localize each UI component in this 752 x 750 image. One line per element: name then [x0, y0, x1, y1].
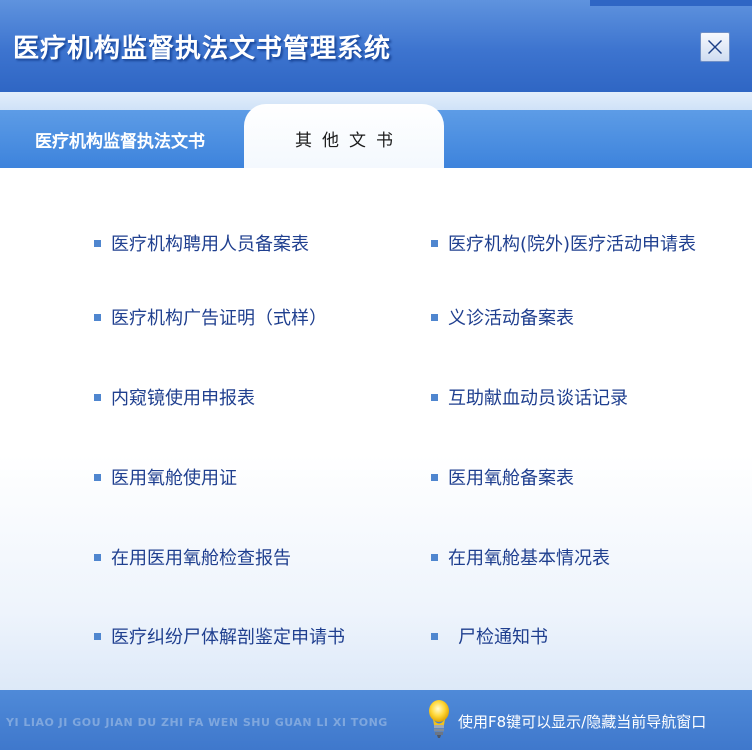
document-link-oxygen-chamber-certificate[interactable]: 医用氧舱使用证: [94, 465, 237, 489]
document-link-label: 内窥镜使用申报表: [111, 388, 255, 409]
document-link-label: 医疗纠纷尸体解剖鉴定申请书: [111, 627, 345, 648]
bullet-icon: [94, 239, 101, 247]
bullet-icon: [431, 239, 438, 247]
document-link-outreach-application[interactable]: 医疗机构(院外)医疗活动申请表: [431, 231, 696, 255]
tab-supervision-documents[interactable]: 医疗机构监督执法文书: [0, 110, 240, 168]
pinyin-watermark: YI LIAO JI GOU JIAN DU ZHI FA WEN SHU GU…: [6, 716, 388, 729]
document-link-label: 医用氧舱备案表: [448, 468, 574, 489]
tab-label: 其他文书: [295, 130, 403, 151]
app-window: 医疗机构监督执法文书管理系统 医疗机构监督执法文书 其他文书 医疗机构聘用人员备…: [0, 0, 752, 750]
document-link-label: 医疗机构聘用人员备案表: [111, 234, 309, 255]
bullet-icon: [431, 313, 438, 321]
bullet-icon: [94, 313, 101, 321]
document-link-staff-filing[interactable]: 医疗机构聘用人员备案表: [94, 231, 309, 255]
document-link-label: 在用氧舱基本情况表: [448, 548, 610, 569]
document-link-chamber-status[interactable]: 在用氧舱基本情况表: [431, 545, 610, 569]
title-bar-edge: [590, 0, 752, 6]
bullet-icon: [431, 473, 438, 481]
bullet-icon: [94, 393, 101, 401]
close-icon: [708, 40, 722, 54]
document-link-free-clinic-filing[interactable]: 义诊活动备案表: [431, 305, 574, 329]
document-link-label: 义诊活动备案表: [448, 308, 574, 329]
document-link-label: 尸检通知书: [458, 627, 548, 648]
bullet-icon: [431, 393, 438, 401]
bullet-icon: [431, 553, 438, 561]
lightbulb-icon: [429, 700, 449, 738]
document-link-label: 在用医用氧舱检查报告: [111, 548, 291, 569]
document-link-label: 医用氧舱使用证: [111, 468, 237, 489]
document-link-endoscope-report[interactable]: 内窥镜使用申报表: [94, 385, 255, 409]
document-link-blood-donation-record[interactable]: 互助献血动员谈话记录: [431, 385, 628, 409]
document-link-label: 互助献血动员谈话记录: [448, 388, 628, 409]
document-link-label: 医疗机构广告证明（式样）: [111, 308, 327, 329]
bullet-icon: [431, 632, 438, 640]
document-link-chamber-filing[interactable]: 医用氧舱备案表: [431, 465, 574, 489]
bullet-icon: [94, 553, 101, 561]
document-link-autopsy-application[interactable]: 医疗纠纷尸体解剖鉴定申请书: [94, 624, 345, 648]
navigation-hint: 使用F8键可以显示/隐藏当前导航窗口: [458, 713, 707, 731]
document-link-chamber-inspection-report[interactable]: 在用医用氧舱检查报告: [94, 545, 291, 569]
close-button[interactable]: [700, 32, 730, 62]
document-link-label: 医疗机构(院外)医疗活动申请表: [448, 234, 697, 255]
bullet-icon: [94, 632, 101, 640]
document-link-ad-certificate[interactable]: 医疗机构广告证明（式样）: [94, 305, 327, 329]
document-link-autopsy-notice[interactable]: 尸检通知书: [431, 624, 548, 648]
window-title: 医疗机构监督执法文书管理系统: [13, 34, 392, 64]
bullet-icon: [94, 473, 101, 481]
tab-other-documents[interactable]: 其他文书: [244, 104, 444, 172]
tab-label: 医疗机构监督执法文书: [35, 131, 205, 152]
